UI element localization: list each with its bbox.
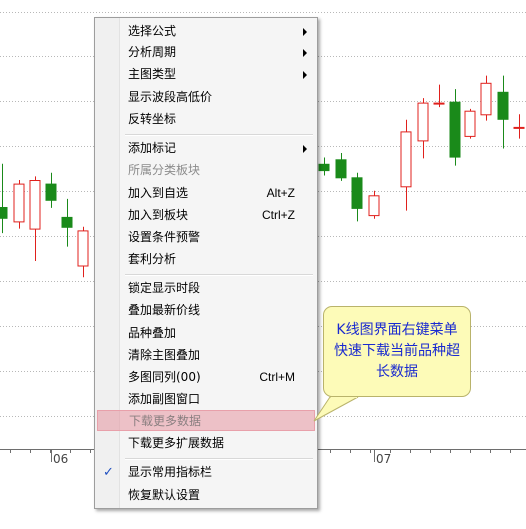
menu-item-label: 反转坐标 xyxy=(128,112,177,126)
candle-body xyxy=(400,131,412,188)
menu-separator xyxy=(125,458,313,460)
candle-body xyxy=(351,177,363,209)
menu-item-label: 选择公式 xyxy=(128,24,177,38)
menu-item-label: 所属分类板块 xyxy=(128,163,201,177)
candlestick xyxy=(497,75,509,149)
candlestick xyxy=(61,198,73,247)
candlestick xyxy=(318,157,330,176)
menu-item-label: 显示波段高低价 xyxy=(128,90,213,104)
menu-item-shortcut: Ctrl+Z xyxy=(262,208,295,222)
menu-separator xyxy=(125,134,313,136)
candle-body xyxy=(13,183,25,223)
checkmark-icon: ✓ xyxy=(103,465,114,480)
menu-item-set-alert[interactable]: 设置条件预警 xyxy=(97,227,315,248)
menu-item-label: 设置条件预警 xyxy=(128,230,201,244)
candle-body xyxy=(29,180,41,230)
candle-body xyxy=(335,159,347,179)
menu-item-lock-time-range[interactable]: 锁定显示时段 xyxy=(97,278,315,299)
candlestick xyxy=(513,114,525,139)
candlestick xyxy=(449,89,461,166)
candlestick xyxy=(13,180,25,229)
menu-item-label: 显示常用指标栏 xyxy=(128,465,213,479)
candle-body xyxy=(480,82,492,116)
menu-item-download-more-data[interactable]: 下载更多数据 xyxy=(97,410,315,431)
candlestick xyxy=(29,176,41,261)
menu-item-show-wave-high-low[interactable]: 显示波段高低价 xyxy=(97,87,315,108)
menu-item-show-indicator-bar[interactable]: ✓ 显示常用指标栏 xyxy=(97,462,315,483)
candle-body xyxy=(449,101,461,158)
menu-item-shortcut: Ctrl+M xyxy=(259,370,295,384)
candle-body xyxy=(318,163,330,172)
submenu-arrow-icon xyxy=(303,145,307,153)
menu-separator xyxy=(125,274,313,276)
menu-item-arbitrage-analysis[interactable]: 套利分析 xyxy=(97,249,315,270)
candlestick xyxy=(45,172,57,208)
submenu-arrow-icon xyxy=(303,28,307,36)
candlestick xyxy=(0,163,8,234)
menu-item-add-sub-window[interactable]: 添加副图窗口 xyxy=(97,389,315,410)
menu-item-analysis-period[interactable]: 分析周期 xyxy=(97,42,315,63)
menu-item-download-extended-data[interactable]: 下载更多扩展数据 xyxy=(97,433,315,454)
x-axis-label-07: 07 xyxy=(376,452,392,466)
menu-item-label: 加入到自选 xyxy=(128,186,189,200)
menu-item-label: 恢复默认设置 xyxy=(128,488,201,502)
candle-body xyxy=(61,216,73,228)
submenu-arrow-icon xyxy=(303,49,307,57)
menu-item-invert-axis[interactable]: 反转坐标 xyxy=(97,109,315,130)
menu-item-label: 清除主图叠加 xyxy=(128,348,201,362)
menu-item-main-chart-type[interactable]: 主图类型 xyxy=(97,64,315,85)
candlestick xyxy=(464,108,476,139)
candle-body xyxy=(45,183,57,201)
candlestick xyxy=(480,75,492,121)
menu-item-add-marker[interactable]: 添加标记 xyxy=(97,138,315,159)
menu-item-label: 添加标记 xyxy=(128,141,177,155)
candle-body xyxy=(433,102,445,105)
candle-body xyxy=(464,110,476,137)
candlestick xyxy=(433,84,445,108)
menu-item-add-to-watchlist[interactable]: 加入到自选 Alt+Z xyxy=(97,183,315,204)
menu-item-label: 锁定显示时段 xyxy=(128,281,201,295)
menu-item-sector-board: 所属分类板块 xyxy=(97,160,315,181)
menu-item-label: 品种叠加 xyxy=(128,326,177,340)
menu-item-label: 分析周期 xyxy=(128,45,177,59)
menu-item-label: 叠加最新价线 xyxy=(128,303,201,317)
menu-item-clear-overlay[interactable]: 清除主图叠加 xyxy=(97,345,315,366)
candle-body xyxy=(497,91,509,120)
x-axis-label-06: 06 xyxy=(53,452,69,466)
submenu-arrow-icon xyxy=(303,71,307,79)
candlestick xyxy=(368,190,380,219)
menu-item-select-formula[interactable]: 选择公式 xyxy=(97,21,315,42)
menu-item-label: 添加副图窗口 xyxy=(128,392,201,406)
candle-body xyxy=(513,126,525,129)
candlestick xyxy=(351,172,363,222)
annotation-callout: K线图界面右键菜单快速下载当前品种超长数据 xyxy=(323,306,471,397)
candle-body xyxy=(417,102,429,142)
context-menu: 选择公式 分析周期 主图类型 显示波段高低价 反转坐标 添加标记 所属分类板块 … xyxy=(94,17,318,509)
menu-item-label: 下载更多数据 xyxy=(129,414,202,428)
menu-item-label: 套利分析 xyxy=(128,252,177,266)
menu-item-add-to-board[interactable]: 加入到板块 Ctrl+Z xyxy=(97,205,315,226)
candle-body xyxy=(0,207,8,219)
candlestick xyxy=(400,119,412,211)
menu-item-overlay-latest-price[interactable]: 叠加最新价线 xyxy=(97,300,315,321)
menu-item-multi-chart[interactable]: 多图同列(00) Ctrl+M xyxy=(97,367,315,388)
candlestick xyxy=(335,153,347,181)
candle-body xyxy=(368,195,380,217)
callout-text: K线图界面右键菜单快速下载当前品种超长数据 xyxy=(334,322,460,380)
menu-item-label: 下载更多扩展数据 xyxy=(128,436,225,450)
menu-item-symbol-overlay[interactable]: 品种叠加 xyxy=(97,323,315,344)
candle-body xyxy=(77,230,89,267)
menu-item-label: 多图同列(00) xyxy=(128,370,201,384)
menu-item-label: 主图类型 xyxy=(128,67,177,81)
candlestick xyxy=(77,226,89,278)
menu-item-restore-defaults[interactable]: 恢复默认设置 xyxy=(97,485,315,506)
candlestick xyxy=(417,98,429,159)
menu-item-shortcut: Alt+Z xyxy=(266,186,295,200)
menu-item-label: 加入到板块 xyxy=(128,208,189,222)
